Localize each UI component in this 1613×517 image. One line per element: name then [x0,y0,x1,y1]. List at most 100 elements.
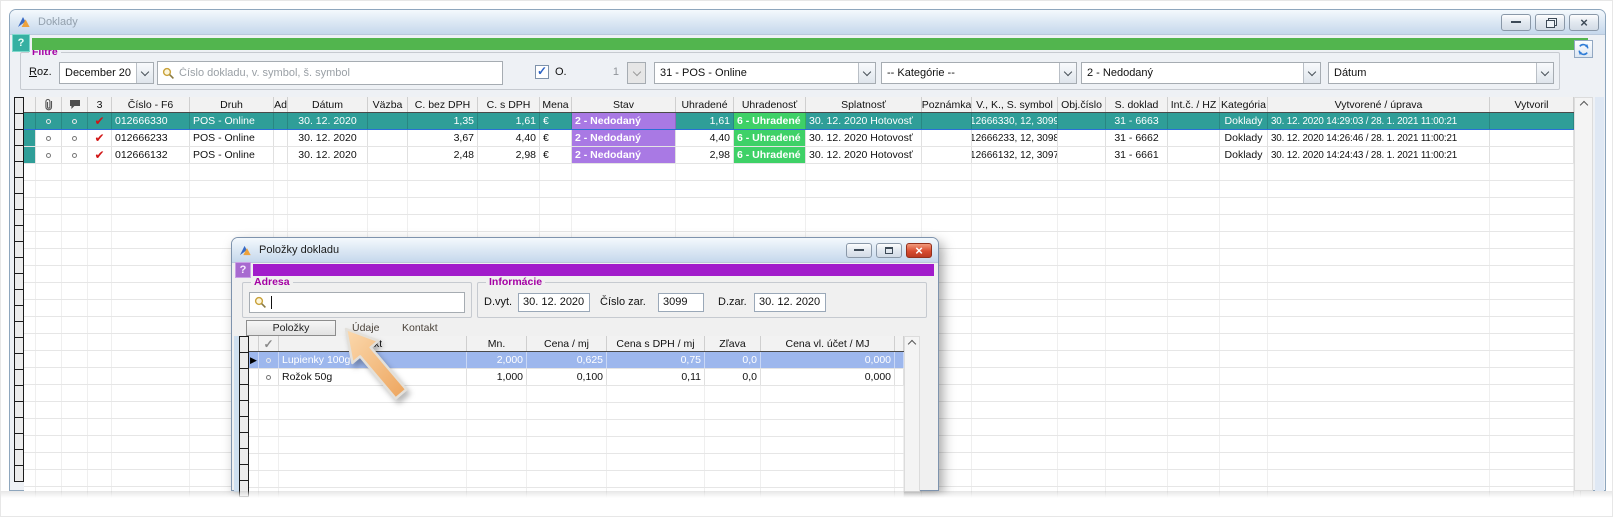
col-mena[interactable]: Mena [540,97,572,112]
row-header-cell[interactable] [14,337,24,354]
col-druh[interactable]: Druh [190,97,274,112]
col-uhradenost[interactable]: Uhradenosť [734,97,806,112]
cell-cenavl[interactable]: 0,000 [761,352,895,368]
cell-vazba[interactable] [368,147,408,163]
row-header-cell[interactable] [14,113,24,130]
row-header-cell[interactable] [14,209,24,226]
period-combobox[interactable]: December 20 [59,62,154,84]
search-input[interactable] [179,67,498,79]
cell-cbez[interactable]: 3,67 [408,130,478,146]
col-cena[interactable]: Cena / mj [527,336,607,351]
row-header-cell[interactable] [14,401,24,418]
cell-poznamka[interactable] [922,113,972,129]
cell-sdoklad[interactable]: 31 - 6663 [1106,113,1168,129]
cell-teal[interactable] [24,113,36,129]
cell-kategoria[interactable]: Doklady [1220,130,1268,146]
cell-druh[interactable]: POS - Online [190,130,274,146]
col-cenadph[interactable]: Cena s DPH / mj [607,336,705,351]
row-header-cell[interactable] [14,97,24,114]
row-header-cell[interactable] [14,321,24,338]
row-header-cell[interactable] [14,353,24,370]
cell-mn[interactable]: 2,000 [467,352,527,368]
cell-attach[interactable] [36,113,62,129]
cislo-zar-field[interactable]: 3099 [658,293,704,312]
col-vytvorene[interactable]: Vytvorené / úprava [1268,97,1490,112]
row-header-cell[interactable] [14,385,24,402]
cell-datum[interactable]: 30. 12. 2020 [288,130,368,146]
col-uhradene[interactable]: Uhradené [676,97,734,112]
col-check[interactable]: ✓ [259,336,279,351]
col-three[interactable]: 3 [88,97,112,112]
cell-cbez[interactable]: 2,48 [408,147,478,163]
scroll-up-icon[interactable] [1575,98,1592,114]
chevron-down-icon[interactable] [136,63,153,83]
cell-splatnost[interactable]: 30. 12. 2020 Hotovosť [806,130,922,146]
cell-druh[interactable]: POS - Online [190,147,274,163]
col-obj[interactable]: Obj.číslo [1058,97,1106,112]
col-splatnost[interactable]: Splatnosť [806,97,922,112]
row-header-cell[interactable] [239,352,249,369]
row-header-cell[interactable] [239,416,249,433]
col-intc[interactable]: Int.č. / HZ [1168,97,1220,112]
cell-teal[interactable] [24,147,36,163]
cell-vazba[interactable] [368,113,408,129]
cell-splatnost[interactable]: 30. 12. 2020 Hotovosť [806,113,922,129]
cell-intc[interactable] [1168,147,1220,163]
col-vazba[interactable]: Väzba [368,97,408,112]
cell-cbez[interactable]: 1,35 [408,113,478,129]
document-search[interactable] [157,61,503,85]
refresh-icon[interactable] [1574,40,1593,58]
row-header-cell[interactable] [14,433,24,450]
cell-stav[interactable]: 2 - Nedodaný [572,147,676,163]
cell-fill[interactable] [895,352,904,368]
row-header-cell[interactable] [14,177,24,194]
table-row[interactable]: ✔012666233POS - Online30. 12. 20203,674,… [24,130,1574,147]
cell-uhradene[interactable]: 1,61 [676,113,734,129]
cell-zlava[interactable]: 0,0 [705,369,761,385]
col-cenavl[interactable]: Cena vl. účet / MJ [761,336,895,351]
cell-uhradene[interactable]: 4,40 [676,130,734,146]
cell-vks[interactable]: 12666233, 12, 3098 [972,130,1058,146]
row-header-cell[interactable] [14,417,24,434]
col-mn[interactable]: Mn. [467,336,527,351]
cell-attach[interactable] [36,130,62,146]
row-header-cell[interactable] [14,129,24,146]
cell-vytvoril[interactable] [1490,147,1574,163]
cell-balloon[interactable] [62,147,88,163]
cell-cena[interactable]: 0,100 [527,369,607,385]
cell-uhradenost[interactable]: 6 - Uhradené [734,147,806,163]
cell-vks[interactable]: 12666132, 12, 3097 [972,147,1058,163]
speech-balloon-icon[interactable] [62,97,88,112]
cell-vks[interactable]: 12666330, 12, 3099 [972,113,1058,129]
cell-stav[interactable]: 2 - Nedodaný [572,130,676,146]
cell-uhradene[interactable]: 2,98 [676,147,734,163]
o-checkbox[interactable]: ✓ [535,65,549,79]
col-stav[interactable]: Stav [572,97,676,112]
row-header-cell[interactable] [14,289,24,306]
cell-balloon[interactable] [62,113,88,129]
cell-mena[interactable]: € [540,113,572,129]
status-combobox[interactable]: 2 - Nedodaný [1081,62,1321,84]
adresa-input[interactable] [276,297,460,309]
cell-ad[interactable] [274,147,288,163]
cell-attach[interactable] [36,147,62,163]
col-sdoklad[interactable]: S. doklad [1106,97,1168,112]
help-icon[interactable]: ? [235,262,251,278]
cell-poznamka[interactable] [922,147,972,163]
cell-obj[interactable] [1058,130,1106,146]
col-vytvoril[interactable]: Vytvoril [1490,97,1574,112]
cell-fill[interactable] [895,369,904,385]
cell-three[interactable]: ✔ [88,147,112,163]
maximize-button[interactable] [876,243,902,258]
dzar-field[interactable]: 30. 12. 2020 [754,293,826,312]
cell-uhradenost[interactable]: 6 - Uhradené [734,113,806,129]
row-header-cell[interactable] [239,384,249,401]
register-combobox[interactable]: 31 - POS - Online [654,62,876,84]
paperclip-icon[interactable] [36,97,62,112]
row-header-cell[interactable] [239,432,249,449]
close-button[interactable]: × [1569,14,1599,31]
row-header-cell[interactable] [14,449,24,466]
cell-marker[interactable]: ▶ [249,352,259,368]
cell-cena[interactable]: 0,625 [527,352,607,368]
col-csdph[interactable]: C. s DPH [478,97,540,112]
